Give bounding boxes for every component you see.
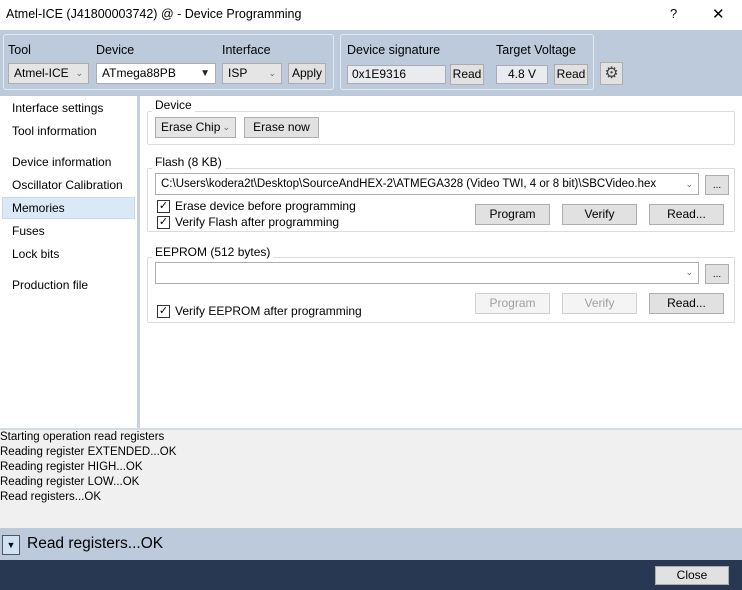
verify-flash-label: Verify Flash after programming bbox=[175, 215, 340, 229]
close-window-button[interactable]: ✕ bbox=[712, 5, 725, 23]
flash-verify-button[interactable]: Verify bbox=[562, 204, 637, 225]
verify-eeprom-checkbox[interactable]: ✓ bbox=[157, 305, 170, 318]
interface-value: ISP bbox=[228, 66, 248, 80]
sidebar-item-oscillator-calibration[interactable]: Oscillator Calibration bbox=[2, 174, 135, 196]
sidebar: Interface settings Tool information Devi… bbox=[0, 96, 137, 428]
expand-log-toggle[interactable]: ▼ bbox=[2, 535, 20, 555]
interface-select[interactable]: ISP ⌄ bbox=[222, 63, 282, 84]
device-group-legend: Device bbox=[152, 98, 195, 112]
eeprom-program-button[interactable]: Program bbox=[475, 293, 550, 314]
verify-flash-checkbox[interactable]: ✓ bbox=[157, 216, 170, 229]
chevron-down-icon: ⌄ bbox=[682, 174, 693, 194]
sidebar-splitter[interactable] bbox=[137, 96, 140, 428]
device-value: ATmega88PB bbox=[102, 66, 176, 80]
erase-before-label: Erase device before programming bbox=[175, 199, 356, 213]
help-button[interactable]: ? bbox=[670, 6, 677, 21]
erase-now-button[interactable]: Erase now bbox=[244, 117, 319, 138]
title-bar: Atmel-ICE (J41800003742) @ - Device Prog… bbox=[0, 0, 742, 30]
window-title: Atmel-ICE (J41800003742) @ - Device Prog… bbox=[6, 7, 302, 21]
log-line: Reading register HIGH...OK bbox=[0, 461, 143, 473]
log-line: Starting operation read registers bbox=[0, 431, 165, 443]
log-line: Read registers...OK bbox=[0, 491, 101, 503]
sidebar-item-memories[interactable]: Memories bbox=[2, 197, 135, 219]
log-line: Reading register LOW...OK bbox=[0, 476, 140, 488]
sidebar-item-production-file[interactable]: Production file bbox=[2, 274, 135, 296]
read-voltage-button[interactable]: Read bbox=[554, 64, 588, 85]
flash-read-button[interactable]: Read... bbox=[649, 204, 724, 225]
verify-eeprom-label: Verify EEPROM after programming bbox=[175, 304, 362, 318]
flash-file-path: C:\Users\kodera2t\Desktop\SourceAndHEX-2… bbox=[161, 178, 657, 190]
sidebar-item-tool-information[interactable]: Tool information bbox=[2, 120, 135, 142]
eeprom-browse-button[interactable]: ... bbox=[705, 264, 729, 284]
device-label: Device bbox=[96, 43, 135, 57]
interface-label: Interface bbox=[222, 43, 271, 57]
status-bar: ▼ Read registers...OK bbox=[0, 528, 742, 560]
sidebar-item-device-information[interactable]: Device information bbox=[2, 151, 135, 173]
close-button[interactable]: Close bbox=[655, 566, 729, 585]
erase-mode-select[interactable]: Erase Chip ⌄ bbox=[155, 117, 236, 138]
flash-program-button[interactable]: Program bbox=[475, 204, 550, 225]
eeprom-group-legend: EEPROM (512 bytes) bbox=[152, 245, 274, 259]
tool-label: Tool bbox=[8, 43, 31, 57]
output-log: Starting operation read registers Readin… bbox=[0, 428, 742, 528]
sidebar-item-lock-bits[interactable]: Lock bits bbox=[2, 243, 135, 265]
eeprom-verify-button[interactable]: Verify bbox=[562, 293, 637, 314]
chevron-down-icon: ⌄ bbox=[685, 267, 693, 277]
chevron-down-icon: ⌄ bbox=[268, 68, 276, 78]
footer: Close bbox=[0, 560, 742, 590]
sidebar-item-fuses[interactable]: Fuses bbox=[2, 220, 135, 242]
eeprom-file-select[interactable]: ⌄ bbox=[155, 262, 699, 284]
log-line: Reading register EXTENDED...OK bbox=[0, 446, 177, 458]
dropdown-arrow-icon: ▼ bbox=[200, 68, 210, 79]
voltage-field: 4.8 V bbox=[496, 65, 548, 84]
erase-before-checkbox[interactable]: ✓ bbox=[157, 200, 170, 213]
apply-button[interactable]: Apply bbox=[288, 63, 326, 84]
flash-browse-button[interactable]: ... bbox=[705, 175, 729, 195]
erase-mode-value: Erase Chip bbox=[161, 120, 221, 134]
eeprom-read-button[interactable]: Read... bbox=[649, 293, 724, 314]
chevron-down-icon: ⌄ bbox=[222, 122, 230, 132]
read-signature-button[interactable]: Read bbox=[450, 64, 484, 85]
voltage-label: Target Voltage bbox=[496, 43, 576, 57]
signature-field: 0x1E9316 bbox=[347, 65, 446, 84]
flash-file-select[interactable]: C:\Users\kodera2t\Desktop\SourceAndHEX-2… bbox=[155, 173, 699, 195]
tool-select[interactable]: Atmel-ICE ⌄ bbox=[8, 63, 89, 84]
sidebar-item-interface-settings[interactable]: Interface settings bbox=[2, 97, 135, 119]
toolbar: Tool Atmel-ICE ⌄ Device ATmega88PB ▼ Inter… bbox=[0, 30, 742, 96]
status-text: Read registers...OK bbox=[27, 535, 164, 552]
device-select[interactable]: ATmega88PB ▼ bbox=[96, 63, 216, 84]
signature-label: Device signature bbox=[347, 43, 441, 57]
chevron-down-icon: ⌄ bbox=[75, 68, 83, 78]
flash-group-legend: Flash (8 KB) bbox=[152, 155, 225, 169]
tool-value: Atmel-ICE bbox=[14, 66, 69, 80]
gear-icon[interactable]: ⚙ bbox=[600, 62, 623, 85]
